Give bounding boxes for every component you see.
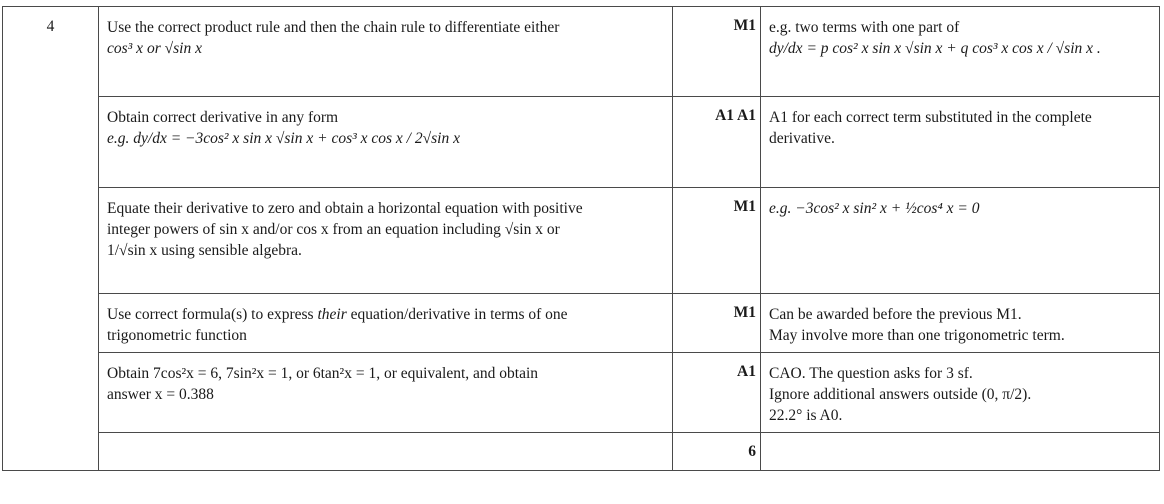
total-cell: 6 bbox=[672, 432, 761, 471]
notes-expression: e.g. −3cos² x sin² x + ½cos⁴ x = 0 bbox=[769, 200, 980, 217]
method-text: Equate their derivative to zero and obta… bbox=[107, 200, 583, 217]
question-number: 4 bbox=[46, 18, 55, 35]
method-cell bbox=[98, 432, 673, 471]
notes-text: May involve more than one trigonometric … bbox=[769, 327, 1065, 344]
question-number-cell: 4 bbox=[2, 6, 99, 471]
notes-text: Can be awarded before the previous M1. bbox=[769, 306, 1022, 323]
mark-label: M1 bbox=[733, 304, 756, 321]
table-row: Obtain correct derivative in any form e.… bbox=[3, 96, 1160, 188]
mark-cell: M1 bbox=[672, 6, 761, 97]
notes-text: derivative. bbox=[769, 130, 835, 147]
method-text: answer x = 0.388 bbox=[107, 386, 214, 403]
method-cell: Obtain correct derivative in any form e.… bbox=[98, 96, 673, 188]
method-text: Obtain correct derivative in any form bbox=[107, 109, 339, 126]
method-text-emphasis: their bbox=[317, 306, 347, 323]
notes-cell: Can be awarded before the previous M1. M… bbox=[760, 293, 1160, 353]
method-text-line: Use correct formula(s) to express their … bbox=[107, 304, 664, 325]
notes-text: A1 for each correct term substituted in … bbox=[769, 109, 1092, 126]
method-text-prefix: Use correct formula(s) to express bbox=[107, 306, 314, 323]
method-text: integer powers of sin x and/or cos x fro… bbox=[107, 221, 560, 238]
mark-cell: M1 bbox=[672, 187, 761, 294]
mark-cell: A1 A1 bbox=[672, 96, 761, 188]
method-expression: cos³ x or √sin x bbox=[107, 40, 202, 57]
table-row: Equate their derivative to zero and obta… bbox=[3, 187, 1160, 294]
total-mark: 6 bbox=[748, 443, 756, 460]
notes-text: 22.2° is A0. bbox=[769, 407, 843, 424]
method-cell: Use correct formula(s) to express their … bbox=[98, 293, 673, 353]
table-row: Use correct formula(s) to express their … bbox=[3, 293, 1160, 353]
mark-scheme-table: 4 Use the correct product rule and then … bbox=[2, 6, 1160, 471]
method-expression: e.g. dy/dx = −3cos² x sin x √sin x + cos… bbox=[107, 130, 460, 147]
method-text: 1/√sin x using sensible algebra. bbox=[107, 242, 302, 259]
method-text: Use the correct product rule and then th… bbox=[107, 19, 560, 36]
mark-label: A1 bbox=[737, 363, 756, 380]
notes-cell bbox=[760, 432, 1160, 471]
notes-cell: e.g. two terms with one part of dy/dx = … bbox=[760, 6, 1160, 97]
method-cell: Equate their derivative to zero and obta… bbox=[98, 187, 673, 294]
total-row: 6 bbox=[3, 432, 1160, 471]
notes-expression: dy/dx = p cos² x sin x √sin x + q cos³ x… bbox=[769, 40, 1101, 57]
mark-cell: M1 bbox=[672, 293, 761, 353]
mark-cell: A1 bbox=[672, 352, 761, 433]
notes-cell: e.g. −3cos² x sin² x + ½cos⁴ x = 0 bbox=[760, 187, 1160, 294]
method-text: Obtain 7cos²x = 6, 7sin²x = 1, or 6tan²x… bbox=[107, 365, 539, 382]
mark-label: M1 bbox=[733, 17, 756, 34]
table-row: 4 Use the correct product rule and then … bbox=[2, 6, 1160, 471]
notes-text: CAO. The question asks for 3 sf. bbox=[769, 365, 973, 382]
method-text: trigonometric function bbox=[107, 327, 247, 344]
method-cell: Obtain 7cos²x = 6, 7sin²x = 1, or 6tan²x… bbox=[98, 352, 673, 433]
notes-text: Ignore additional answers outside (0, π/… bbox=[769, 386, 1032, 403]
notes-cell: CAO. The question asks for 3 sf. Ignore … bbox=[760, 352, 1160, 433]
notes-text: e.g. two terms with one part of bbox=[769, 19, 960, 36]
mark-label: M1 bbox=[733, 198, 756, 215]
table-row: Obtain 7cos²x = 6, 7sin²x = 1, or 6tan²x… bbox=[3, 352, 1160, 433]
method-text-suffix: equation/derivative in terms of one bbox=[350, 306, 568, 323]
mark-label: A1 A1 bbox=[715, 107, 756, 124]
notes-cell: A1 for each correct term substituted in … bbox=[760, 96, 1160, 188]
method-cell: Use the correct product rule and then th… bbox=[98, 6, 673, 97]
